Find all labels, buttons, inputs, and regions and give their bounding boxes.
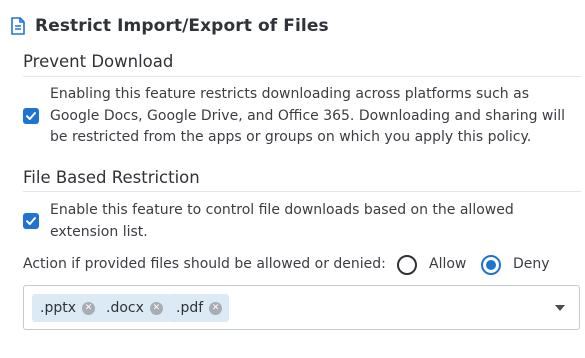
prevent-download-description: Enabling this feature restricts download… — [50, 86, 566, 145]
extension-tag: .pdf ✕ — [168, 294, 230, 322]
section-header: Restrict Import/Export of Files — [10, 16, 329, 36]
deny-radio[interactable] — [481, 255, 501, 275]
remove-tag-icon[interactable]: ✕ — [149, 301, 163, 315]
action-label: Action if provided files should be allow… — [23, 256, 386, 272]
extension-select[interactable]: .pptx ✕ .docx ✕ .pdf ✕ — [23, 285, 580, 330]
divider — [23, 76, 581, 77]
prevent-download-title: Prevent Download — [23, 52, 174, 71]
chevron-down-icon[interactable] — [555, 305, 565, 311]
file-based-description: Enable this feature to control file down… — [50, 202, 514, 240]
panel-title: Restrict Import/Export of Files — [35, 16, 329, 36]
extension-tag-label: .pptx — [40, 300, 76, 316]
document-icon — [10, 17, 26, 35]
allow-radio[interactable] — [397, 255, 417, 275]
prevent-download-checkbox[interactable] — [23, 108, 39, 124]
file-based-checkbox[interactable] — [23, 213, 39, 229]
file-based-title: File Based Restriction — [23, 168, 200, 187]
divider — [23, 191, 581, 192]
extension-tag: .docx ✕ — [98, 294, 170, 322]
remove-tag-icon[interactable]: ✕ — [82, 301, 95, 315]
allow-radio-label[interactable]: Allow — [429, 256, 466, 272]
checkmark-icon — [26, 217, 36, 225]
extension-tag-label: .docx — [106, 300, 144, 316]
extension-tag: .pptx ✕ — [32, 294, 102, 322]
deny-radio-label[interactable]: Deny — [513, 256, 550, 272]
restrict-files-panel: Restrict Import/Export of Files Prevent … — [0, 0, 585, 358]
checkmark-icon — [26, 112, 36, 120]
extension-tag-label: .pdf — [176, 300, 204, 316]
remove-tag-icon[interactable]: ✕ — [209, 301, 223, 315]
